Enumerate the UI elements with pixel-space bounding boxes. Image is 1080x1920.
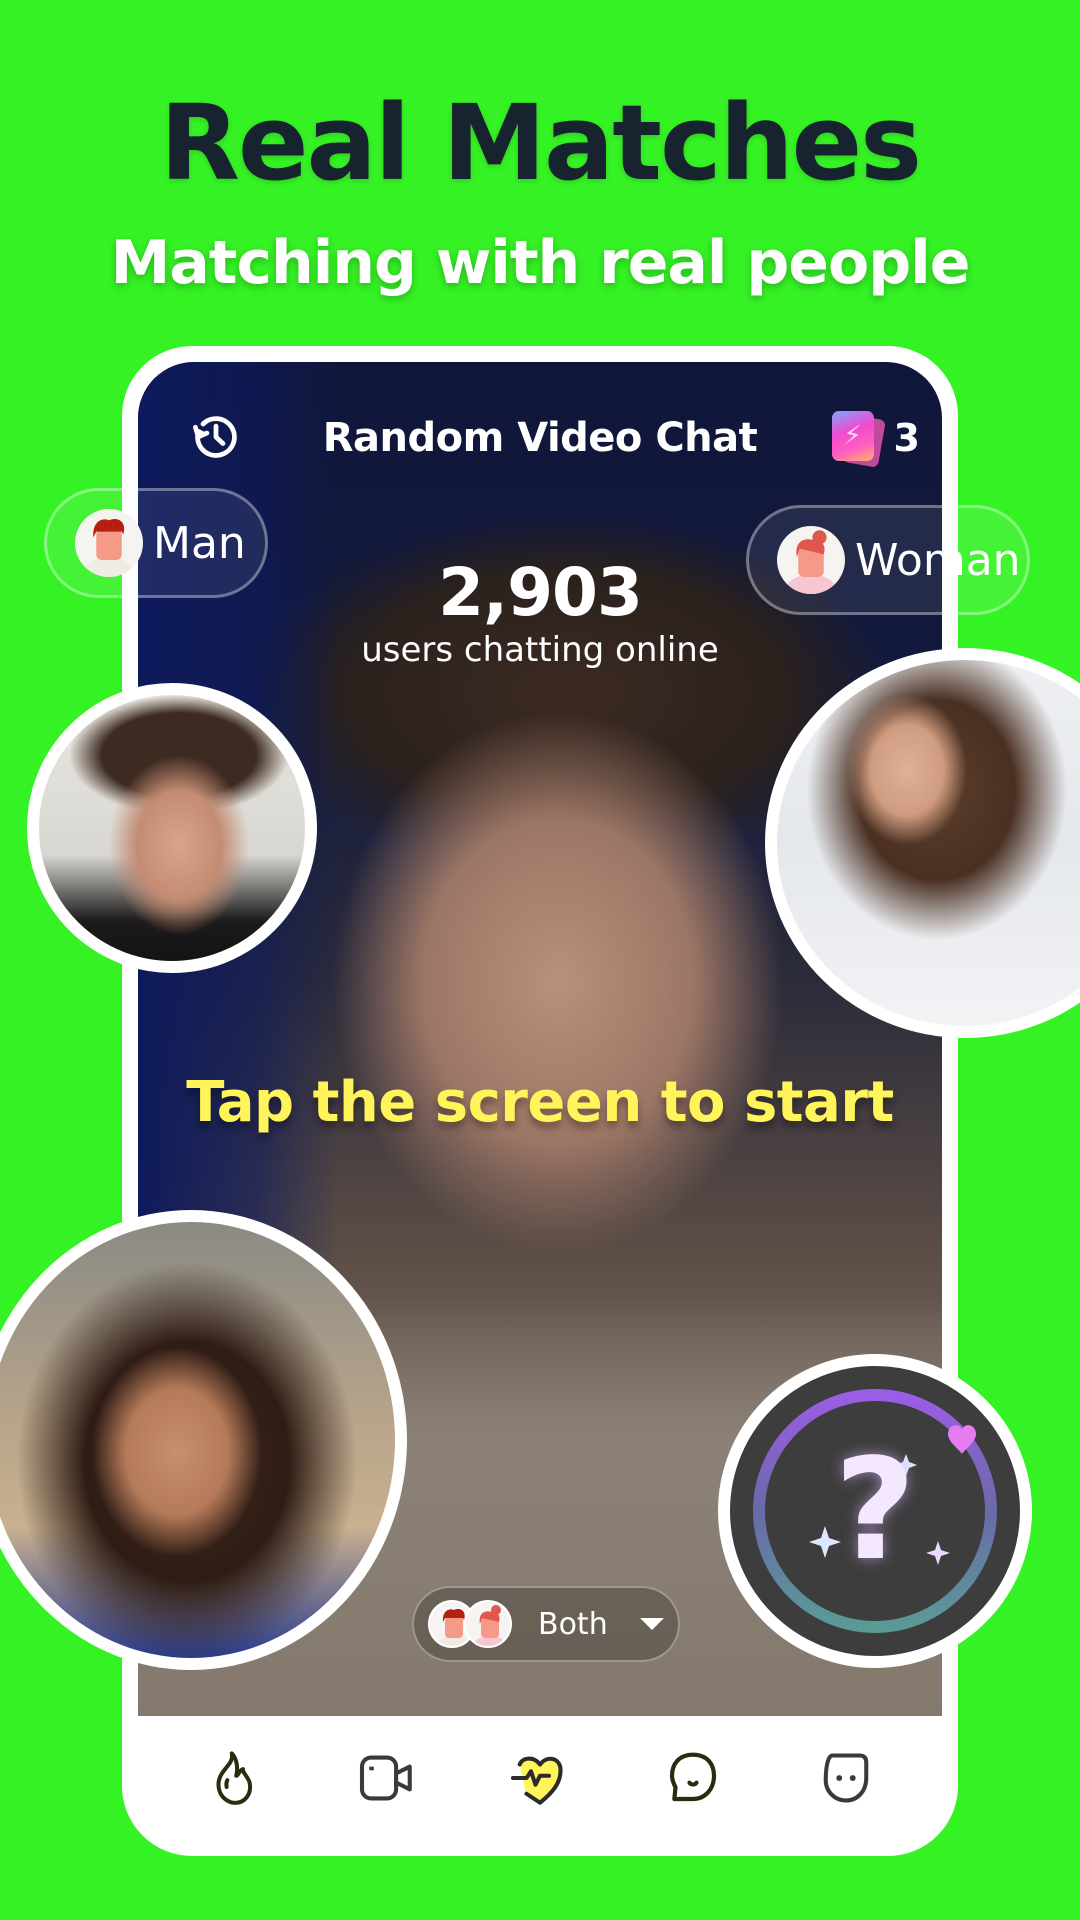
woman-avatar-icon xyxy=(464,1600,512,1648)
lightning-ticket-icon: ⚡ xyxy=(831,411,886,468)
nav-item-match[interactable] xyxy=(508,1746,572,1810)
match-gender-dropdown[interactable]: Both xyxy=(412,1586,680,1662)
man-avatar-icon xyxy=(75,509,143,577)
tickets-balance[interactable]: ⚡ 3 xyxy=(831,411,920,468)
question-mark-icon: ? xyxy=(834,1429,916,1592)
nav-item-messages[interactable] xyxy=(661,1746,725,1810)
nav-item-video[interactable] xyxy=(355,1746,419,1810)
nav-item-profile[interactable] xyxy=(814,1746,878,1810)
mystery-match-button[interactable]: ? xyxy=(718,1354,1032,1668)
gender-filter-woman-label: Woman xyxy=(855,534,1021,586)
flame-icon xyxy=(216,1751,253,1805)
promo-headline: Real Matches xyxy=(159,82,922,204)
online-label: users chatting online xyxy=(361,630,719,670)
bottom-nav xyxy=(138,1716,942,1840)
chat-bubble-icon xyxy=(669,1752,716,1802)
top-bar: Random Video Chat ⚡ 3 xyxy=(138,407,942,468)
screen-title: Random Video Chat xyxy=(322,415,758,461)
gender-filter-man[interactable]: Man xyxy=(44,488,268,598)
woman-avatar-icon xyxy=(777,526,845,594)
face-icon xyxy=(823,1753,868,1803)
nav-item-hot[interactable] xyxy=(202,1746,266,1810)
video-camera-icon xyxy=(360,1755,412,1801)
tickets-count: 3 xyxy=(893,416,920,460)
heartbeat-icon xyxy=(510,1756,563,1805)
gender-filter-woman[interactable]: Woman xyxy=(746,505,1030,615)
profile-photo-man xyxy=(27,683,317,973)
match-gender-selected: Both xyxy=(538,1606,608,1642)
tap-to-start-hint: Tap the screen to start xyxy=(186,1070,894,1135)
caret-down-icon xyxy=(639,1618,664,1630)
promo-subheadline: Matching with real people xyxy=(110,228,971,298)
gender-filter-man-label: Man xyxy=(153,517,246,569)
